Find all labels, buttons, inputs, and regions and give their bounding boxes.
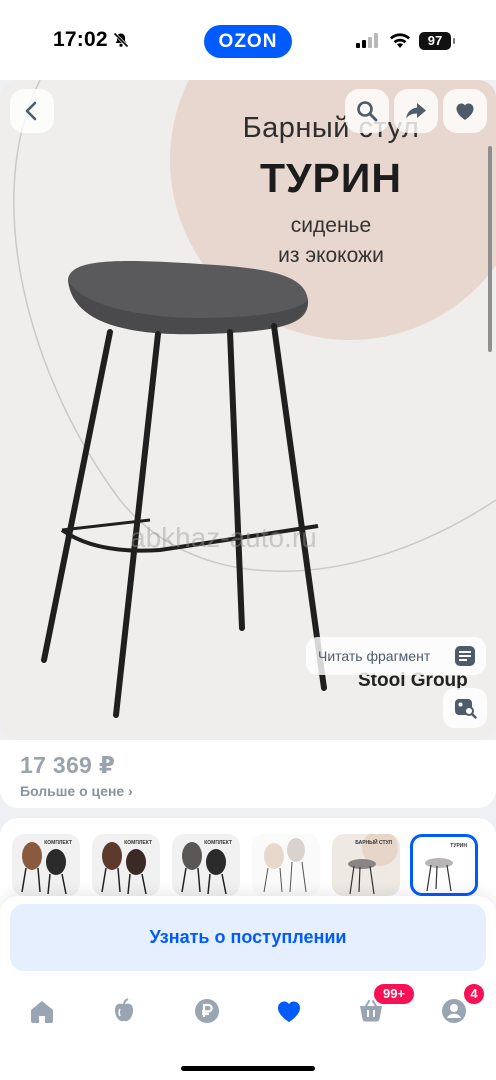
search-icon <box>357 101 378 122</box>
status-bar: 17:02 OZON 97 <box>0 0 496 80</box>
variant-image-beige <box>263 838 307 893</box>
home-indicator[interactable] <box>181 1066 315 1071</box>
bell-mute-icon <box>113 32 129 48</box>
share-icon <box>406 103 426 119</box>
variant-thumb-3[interactable]: КОМПЛЕКТ <box>172 834 240 896</box>
promo-line-4: из экокожи <box>278 244 384 267</box>
variant-caption: ТУРИН <box>450 843 467 849</box>
cellular-signal-icon <box>356 33 378 48</box>
promo-line-3: сиденье <box>290 214 372 237</box>
back-button[interactable] <box>10 89 54 133</box>
battery-icon: 97 <box>419 32 455 50</box>
variant-caption: КОМПЛЕКТ <box>204 840 232 846</box>
favorites-heart-icon <box>278 1001 300 1022</box>
bottom-sheet: Узнать о поступлении <box>0 896 496 1080</box>
profile-badge: 4 <box>462 982 486 1006</box>
gallery-scrollbar[interactable] <box>488 146 492 352</box>
variant-thumb-5[interactable]: БАРНЫЙ СТУЛ <box>332 834 400 896</box>
fresh-icon <box>114 998 134 1022</box>
nav-favorites[interactable] <box>269 991 309 1031</box>
price-card: 17 369 ₽ Больше о цене › <box>0 740 496 808</box>
variant-caption: КОМПЛЕКТ <box>124 840 152 846</box>
back-arrow-icon <box>25 101 37 121</box>
ruble-icon <box>195 999 219 1023</box>
variant-thumb-6-selected[interactable]: ТУРИН <box>410 834 478 896</box>
variant-thumb-2[interactable]: КОМПЛЕКТ <box>92 834 160 896</box>
nav-fresh[interactable] <box>104 991 144 1031</box>
read-fragment-button[interactable]: Читать фрагмент <box>306 637 486 675</box>
search-button[interactable] <box>345 89 389 133</box>
variant-caption: КОМПЛЕКТ <box>44 840 72 846</box>
image-search-icon <box>455 699 477 719</box>
share-button[interactable] <box>394 89 438 133</box>
nav-finance[interactable] <box>187 991 227 1031</box>
heart-icon <box>456 103 474 120</box>
variant-caption: БАРНЫЙ СТУЛ <box>355 840 392 846</box>
variant-thumb-4[interactable] <box>252 834 320 896</box>
favorite-button[interactable] <box>443 89 487 133</box>
product-gallery[interactable]: Барный стул ТУРИН сиденье из экокожи abk… <box>0 80 496 740</box>
cart-badge: 99+ <box>372 982 416 1006</box>
reader-icon <box>455 646 475 666</box>
promo-title: ТУРИН <box>260 155 402 201</box>
price-value: 17 369 ₽ <box>20 752 116 778</box>
promo-text: Барный стул ТУРИН сиденье из экокожи <box>206 112 456 268</box>
read-fragment-label: Читать фрагмент <box>318 648 431 664</box>
home-icon <box>31 1001 53 1023</box>
nav-home[interactable] <box>22 991 62 1031</box>
notify-arrival-button[interactable]: Узнать о поступлении <box>10 904 486 971</box>
more-about-price-link[interactable]: Больше о цене › <box>20 783 133 799</box>
wifi-icon <box>390 33 410 48</box>
variant-thumb-1[interactable]: КОМПЛЕКТ <box>12 834 80 896</box>
status-time: 17:02 <box>53 28 108 51</box>
watermark: abkhaz-auto.ru <box>130 522 317 553</box>
image-search-button[interactable] <box>443 688 487 728</box>
ozon-logo[interactable]: OZON <box>204 25 292 58</box>
